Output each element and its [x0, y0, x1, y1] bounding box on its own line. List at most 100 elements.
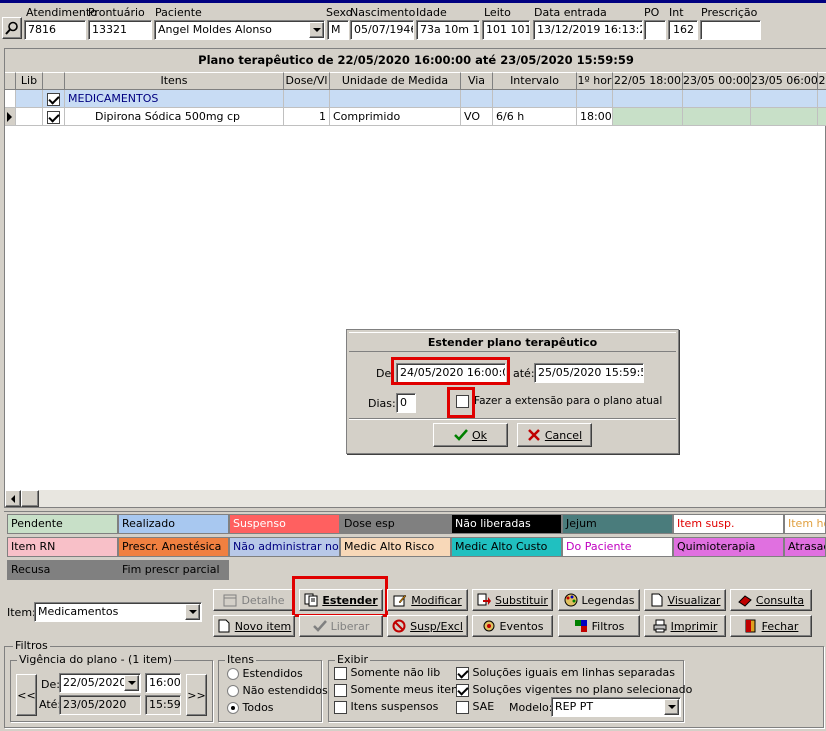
radio-button[interactable] — [227, 668, 239, 680]
col-header-lib[interactable]: Lib — [16, 72, 43, 90]
leito-field[interactable]: 101 101 — [482, 20, 530, 40]
check-somente-nao-lib[interactable]: Somente não lib — [334, 666, 440, 680]
radio-nao-estendidos[interactable]: Não estendidos — [227, 684, 328, 697]
modelo-select[interactable]: REP PT — [551, 697, 681, 717]
item-select-value: Medicamentos — [38, 605, 119, 618]
prescricao-field[interactable] — [700, 20, 761, 40]
col-header-unidade[interactable]: Unidade de Medida — [330, 72, 461, 90]
dialog-title: Estender plano terapêutico — [349, 332, 676, 352]
atendimento-field[interactable]: 7816 — [24, 20, 86, 40]
vigencia-de-date-dropdown[interactable] — [124, 675, 139, 691]
check-somente-meus-itens[interactable]: Somente meus itens — [334, 683, 464, 697]
col-header-time-2[interactable]: 23/05 00:00 — [683, 72, 751, 90]
group-checkbox[interactable] — [47, 92, 60, 106]
check-icon — [312, 619, 327, 633]
data-entrada-field[interactable]: 13/12/2019 16:13:22 — [533, 20, 643, 40]
imprimir-button[interactable]: Imprimir — [644, 615, 726, 637]
checkbox[interactable] — [334, 683, 347, 697]
vigencia-de-time[interactable]: 16:00 — [145, 673, 181, 693]
modificar-button[interactable]: Modificar — [387, 589, 468, 611]
check-solucoes-vigentes[interactable]: Soluções vigentes no plano selecionado — [456, 683, 692, 697]
novo-item-button[interactable]: Novo item — [213, 615, 295, 637]
vigencia-ate-time[interactable]: 15:59 — [145, 695, 181, 715]
radio-button[interactable] — [227, 702, 239, 714]
scroll-left-button[interactable] — [5, 490, 21, 507]
check-itens-suspensos[interactable]: Itens suspensos — [334, 700, 438, 714]
filtros-button[interactable]: Filtros — [558, 615, 640, 637]
detalhe-button[interactable]: Detalhe — [213, 589, 295, 611]
item-select-dropdown[interactable] — [185, 604, 200, 620]
dialog-dias-field[interactable]: 0 — [396, 393, 416, 413]
prev-period-button[interactable]: << — [16, 674, 37, 716]
data-entrada-label: Data entrada — [534, 6, 607, 19]
radio-label: Estendidos — [242, 667, 303, 680]
checkbox[interactable] — [334, 666, 347, 680]
susp-excl-label: Susp/Excl — [410, 619, 463, 633]
dose-cell: 1 — [284, 108, 330, 126]
fechar-button[interactable]: Fechar — [730, 615, 812, 637]
check-solucoes-iguais[interactable]: Soluções iguais em linhas separadas — [456, 666, 675, 680]
table-row[interactable]: Dipirona Sódica 500mg cp 1 Comprimido VO… — [5, 108, 826, 126]
consulta-button[interactable]: Consulta — [730, 589, 812, 611]
sexo-field[interactable]: M — [327, 20, 349, 40]
nascimento-field[interactable]: 05/07/1946 — [350, 20, 414, 40]
eraser-icon — [738, 593, 752, 607]
col-header-dose[interactable]: Dose/Vl — [284, 72, 330, 90]
col-header-primeiro-horario[interactable]: 1º hor — [577, 72, 613, 90]
group-checkbox-cell[interactable] — [43, 90, 65, 108]
eventos-button[interactable]: Eventos — [472, 615, 553, 637]
horizontal-scrollbar[interactable] — [5, 490, 825, 507]
radio-button[interactable] — [227, 685, 239, 697]
col-header-time-1[interactable]: 22/05 18:00 — [613, 72, 683, 90]
time-cell-pendente[interactable] — [683, 108, 751, 126]
vigencia-ate-date[interactable]: 23/05/2020 — [59, 695, 141, 715]
paciente-dropdown-button[interactable] — [309, 22, 324, 38]
ok-button[interactable]: Ok — [433, 423, 508, 447]
legendas-button[interactable]: Legendas — [558, 589, 640, 611]
visualizar-button[interactable]: Visualizar — [644, 589, 726, 611]
po-field[interactable] — [644, 20, 666, 40]
paciente-field[interactable]: Angel Moldes Alonso — [154, 20, 325, 40]
group-row-medicamentos[interactable]: MEDICAMENTOS — [5, 90, 826, 108]
row-checkbox[interactable] — [47, 110, 60, 124]
next-period-button[interactable]: >> — [186, 674, 207, 716]
via-cell: VO — [461, 108, 493, 126]
cancel-button[interactable]: Cancel — [517, 423, 592, 447]
col-header-time-3[interactable]: 23/05 06:00 — [751, 72, 818, 90]
item-select[interactable]: Medicamentos — [34, 602, 202, 622]
legend-item-rn: Item RN — [7, 537, 118, 557]
radio-estendidos[interactable]: Estendidos — [227, 667, 303, 680]
col-header-via[interactable]: Via — [461, 72, 493, 90]
susp-excl-button[interactable]: Susp/Excl — [387, 615, 468, 637]
time-cell-pendente[interactable] — [751, 108, 818, 126]
scroll-thumb[interactable] — [21, 490, 39, 507]
col-header-time-4[interactable]: 2 — [818, 72, 826, 90]
row-checkbox-cell[interactable] — [43, 108, 65, 126]
checkbox-label: Soluções vigentes no plano selecionado — [472, 683, 693, 696]
time-cell-pendente[interactable] — [613, 108, 683, 126]
exibir-title: Exibir — [335, 653, 371, 666]
checkbox[interactable] — [456, 700, 469, 714]
col-indicator — [5, 72, 16, 90]
checkbox[interactable] — [456, 683, 469, 697]
search-icon — [5, 21, 19, 35]
radio-todos[interactable]: Todos — [227, 701, 274, 714]
search-button[interactable] — [2, 17, 22, 39]
time-cell-pendente[interactable] — [818, 108, 826, 126]
checkbox[interactable] — [334, 700, 347, 714]
col-header-intervalo[interactable]: Intervalo — [493, 72, 577, 90]
liberar-button[interactable]: Liberar — [299, 615, 383, 637]
int-field[interactable]: 162 — [668, 20, 698, 40]
dialog-ate-field[interactable]: 25/05/2020 15:59:59 — [534, 363, 644, 383]
legend-medic-alto-custo: Medic Alto Custo — [451, 537, 562, 557]
idade-field[interactable]: 73a 10m 17 — [416, 20, 480, 40]
checkbox[interactable] — [456, 666, 469, 680]
chevron-down-icon — [127, 681, 136, 685]
check-sae[interactable]: SAE — [456, 700, 494, 714]
legend-dose-esp: Dose esp — [340, 514, 451, 534]
prontuario-field[interactable]: 13321 — [88, 20, 152, 40]
col-header-itens[interactable]: Itens — [65, 72, 284, 90]
substituir-button[interactable]: Substituir — [472, 589, 553, 611]
extend-current-plan-label[interactable]: Fazer a extensão para o plano atual — [474, 395, 662, 407]
modelo-dropdown[interactable] — [664, 699, 679, 715]
